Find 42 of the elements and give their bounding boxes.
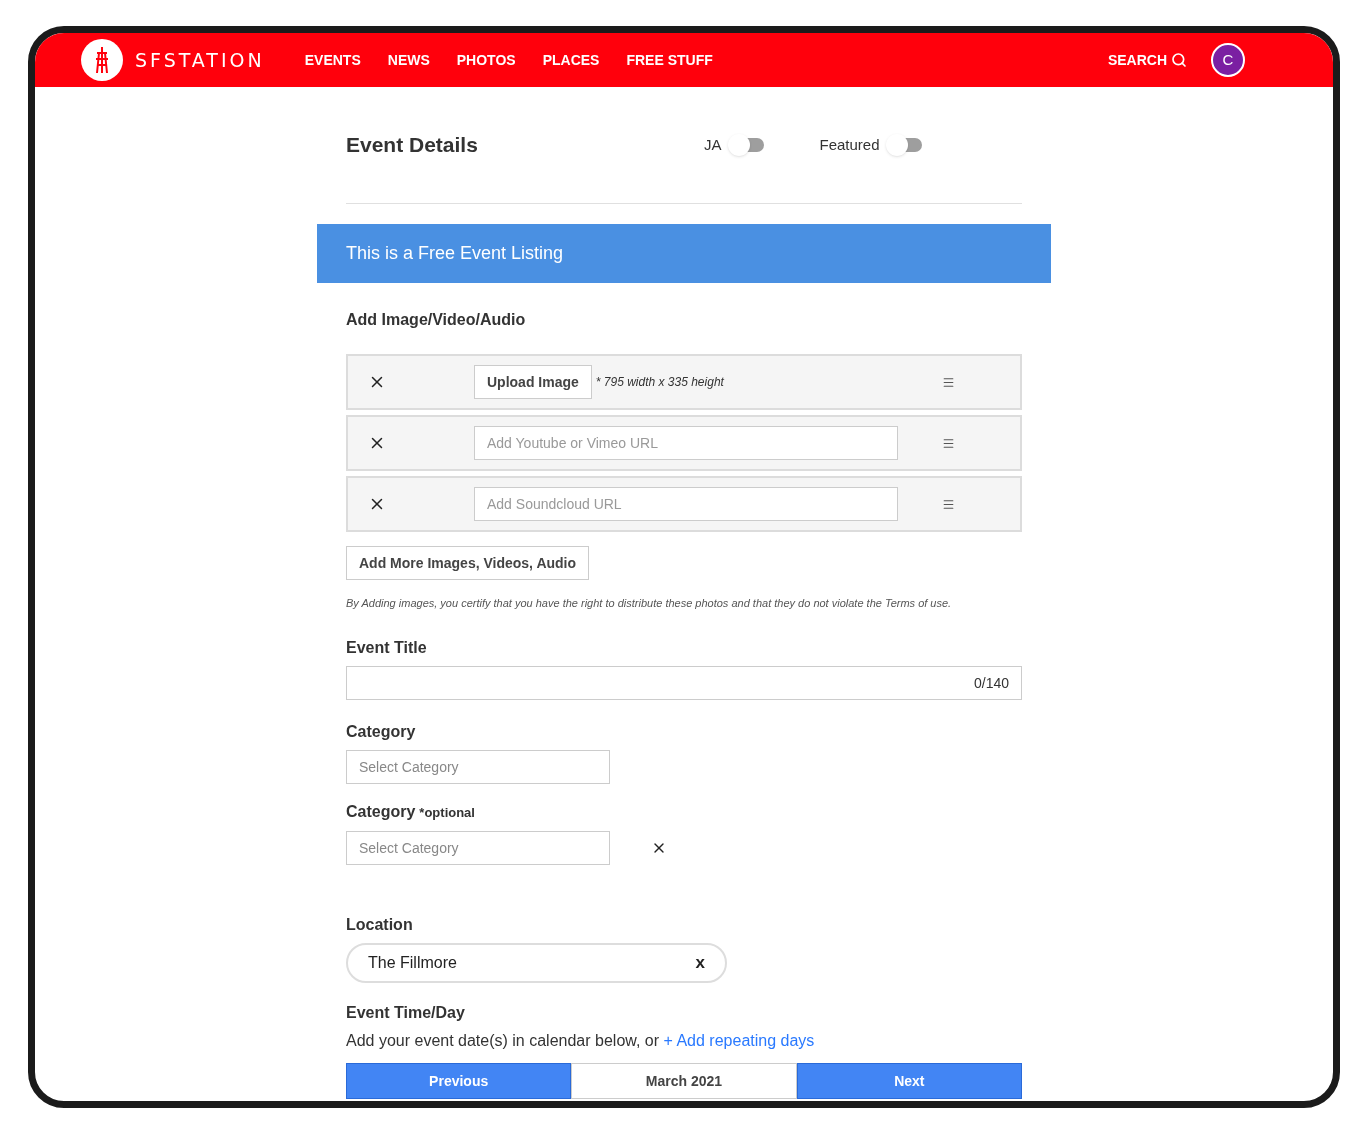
add-repeating-days-link[interactable]: + Add repeating days — [663, 1032, 815, 1049]
character-counter: 0/140 — [973, 673, 1009, 693]
drag-handle-icon[interactable] — [942, 497, 955, 511]
add-more-media-button[interactable]: Add More Images, Videos, Audio — [346, 546, 590, 580]
disclaimer-text: By Adding images, you certify that you have the right to distribute these photos and that they do not violate the Terms of use. — [346, 596, 953, 610]
drag-handle-icon[interactable] — [942, 375, 955, 389]
nav-link[interactable]: PHOTOS — [456, 49, 516, 71]
next-month-button[interactable]: Next — [796, 1063, 1022, 1099]
section-heading: Add Image/Video/Audio — [346, 310, 527, 330]
search-link[interactable]: SEARCH — [1107, 49, 1187, 71]
field-label: Category — [346, 722, 417, 742]
field-label: Category — [346, 802, 416, 822]
tower-logo-icon[interactable] — [81, 39, 123, 81]
drag-handle-icon[interactable] — [942, 436, 955, 450]
date-instructions: Add your event date(s) in calendar below, or + Add repeating days — [346, 1031, 816, 1051]
toggle-label: Featured — [819, 134, 880, 155]
category-select[interactable]: Select Category — [346, 750, 610, 784]
nav-link[interactable]: EVENTS — [304, 49, 361, 71]
optional-note: *optional — [419, 804, 475, 822]
nav-link[interactable]: FREE STUFF — [626, 49, 713, 71]
url-input-field[interactable]: Add Youtube or Vimeo URL — [474, 426, 898, 460]
field-label: Event Title — [346, 638, 428, 658]
section-title: Event Details — [346, 132, 479, 159]
location-value: The Fillmore — [368, 953, 457, 973]
search-icon — [1171, 52, 1187, 68]
location-field[interactable]: The Fillmore x — [346, 943, 727, 983]
user-avatar[interactable]: C — [1211, 43, 1245, 77]
url-input-field[interactable]: Add Soundcloud URL — [474, 487, 898, 521]
field-label: Event Time/Day — [346, 1003, 466, 1023]
nav-link[interactable]: PLACES — [542, 49, 600, 71]
clear-location-button[interactable]: x — [695, 950, 705, 976]
site-logo-text[interactable]: SFSTATION — [135, 45, 265, 75]
toggle-label: JA — [704, 134, 722, 155]
field-label: Location — [346, 915, 414, 935]
nav-link[interactable]: NEWS — [387, 49, 430, 71]
image-size-hint: * 795 width x 335 height — [595, 374, 724, 391]
event-title-field[interactable]: 0/140 — [346, 666, 1022, 700]
calendar-month: March 2021 — [571, 1063, 797, 1099]
previous-month-button[interactable]: Previous — [346, 1063, 572, 1099]
category-select[interactable]: Select Category — [346, 831, 610, 865]
upload-image-button[interactable]: Upload Image — [474, 365, 592, 399]
free-listing-banner: This is a Free Event Listing — [317, 224, 1051, 283]
